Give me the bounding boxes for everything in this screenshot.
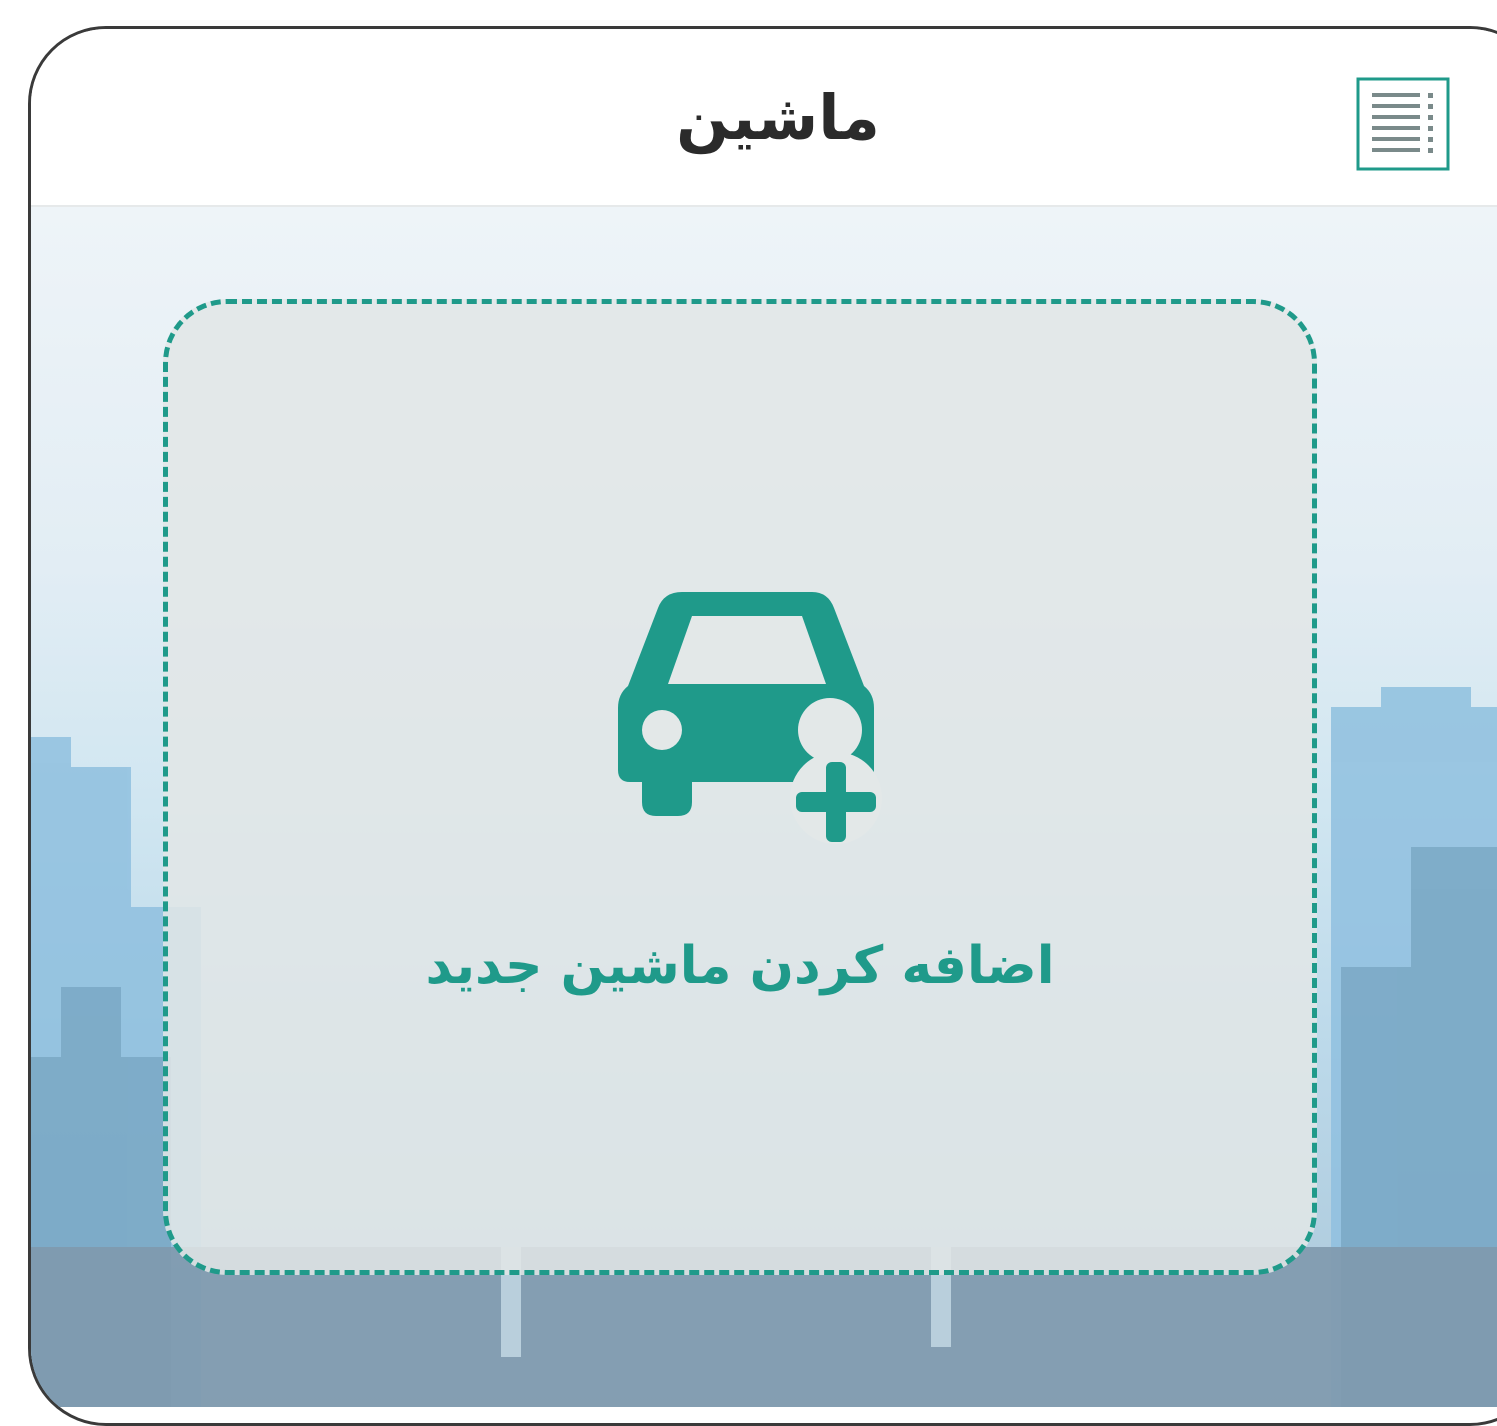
menu-button[interactable] bbox=[1356, 77, 1450, 171]
list-menu-icon bbox=[1356, 77, 1450, 171]
add-car-label: اضافه کردن ماشین جدید bbox=[425, 936, 1055, 996]
main-content: اضافه کردن ماشین جدید bbox=[31, 207, 1497, 1407]
add-car-card[interactable]: اضافه کردن ماشین جدید bbox=[163, 299, 1317, 1275]
page-title: ماشین bbox=[676, 81, 880, 154]
car-add-icon bbox=[618, 592, 882, 844]
app-window: ماشین اضافه کردن ماشین جدید bbox=[28, 26, 1497, 1426]
app-header: ماشین bbox=[31, 29, 1497, 207]
